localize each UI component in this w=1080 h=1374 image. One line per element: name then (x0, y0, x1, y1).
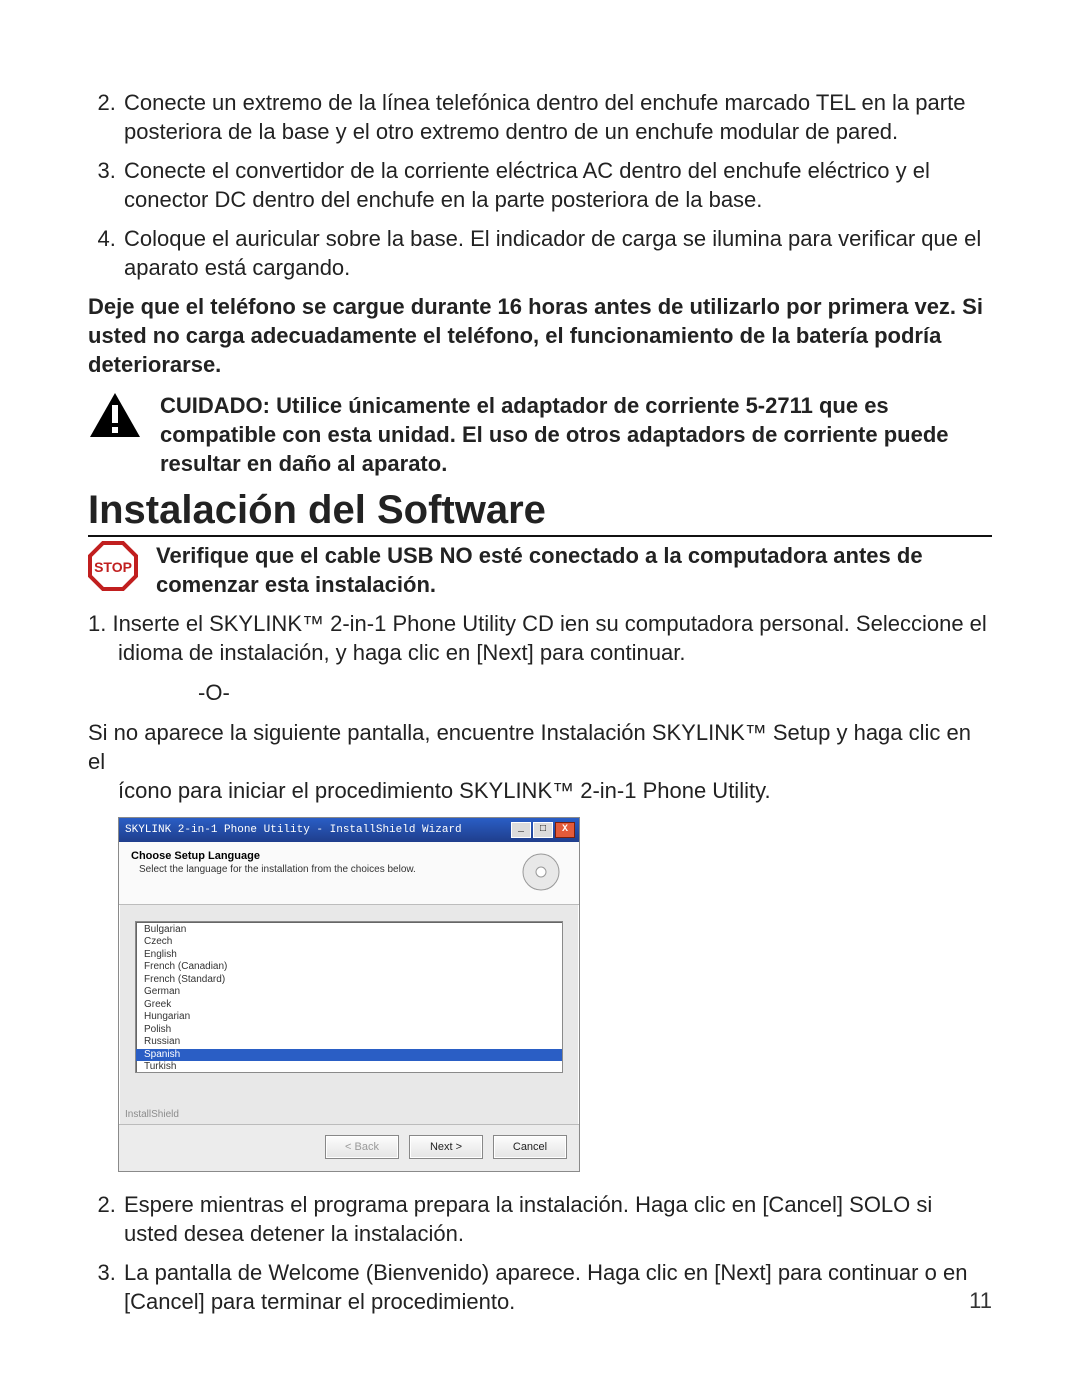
or-line: -O- (88, 680, 992, 706)
step1: 1. Inserte el SKYLINK™ 2-in-1 Phone Util… (88, 609, 992, 667)
language-list[interactable]: Bulgarian Czech English French (Canadian… (135, 921, 563, 1073)
step-2: Conecte un extremo de la línea telefónic… (122, 88, 992, 146)
lang-item-selected[interactable]: Spanish (136, 1049, 562, 1062)
caution-text: CUIDADO: Utilice únicamente el adaptador… (160, 391, 992, 478)
lang-item[interactable]: French (Canadian) (136, 961, 562, 974)
dialog-header-title: Choose Setup Language (131, 850, 515, 862)
page-number: 11 (969, 1288, 992, 1314)
stop-sign-icon: STOP (88, 541, 138, 591)
steps-upper: Conecte un extremo de la línea telefónic… (88, 88, 992, 282)
step1-line1: 1. Inserte el SKYLINK™ 2-in-1 Phone Util… (88, 611, 987, 636)
cancel-button-label: Cancel (513, 1141, 547, 1153)
alt-line1: Si no aparece la siguiente pantalla, enc… (88, 720, 971, 774)
alt-line2: ícono para iniciar el procedimiento SKYL… (88, 776, 771, 805)
lang-item[interactable]: Greek (136, 999, 562, 1012)
dialog-titlebar: SKYLINK 2-in-1 Phone Utility - InstallSh… (119, 818, 579, 842)
stop-text: Verifique que el cable USB NO esté conec… (156, 541, 992, 599)
step-4: Coloque el auricular sobre la base. El i… (122, 224, 992, 282)
charge-note: Deje que el teléfono se cargue durante 1… (88, 292, 992, 379)
close-button[interactable]: X (555, 822, 575, 838)
step-3: Conecte el convertidor de la corriente e… (122, 156, 992, 214)
lang-item[interactable]: French (Standard) (136, 974, 562, 987)
stop-block: STOP Verifique que el cable USB NO esté … (88, 541, 992, 599)
next-button[interactable]: Next > (409, 1135, 483, 1159)
step-2b: Espere mientras el programa prepara la i… (122, 1190, 992, 1248)
back-button[interactable]: < Back (325, 1135, 399, 1159)
minimize-button[interactable]: _ (511, 822, 531, 838)
back-button-label: < Back (345, 1141, 379, 1153)
dialog-header-sub: Select the language for the installation… (131, 864, 515, 875)
step1-line2: idioma de instalación, y haga clic en [N… (88, 638, 685, 667)
lang-item[interactable]: Bulgarian (136, 924, 562, 937)
next-button-label: Next > (430, 1141, 462, 1153)
lang-item[interactable]: Czech (136, 936, 562, 949)
step-3b: La pantalla de Welcome (Bienvenido) apar… (122, 1258, 992, 1316)
warning-triangle-icon (88, 391, 142, 439)
installshield-dialog: SKYLINK 2-in-1 Phone Utility - InstallSh… (118, 817, 580, 1172)
stop-label: STOP (94, 559, 132, 575)
cd-icon (515, 850, 567, 894)
lang-item[interactable]: English (136, 949, 562, 962)
lang-item[interactable]: Hungarian (136, 1011, 562, 1024)
section-heading: Instalación del Software (88, 488, 992, 537)
lang-item[interactable]: German (136, 986, 562, 999)
dialog-header: Choose Setup Language Select the languag… (119, 842, 579, 905)
lang-item[interactable]: Russian (136, 1036, 562, 1049)
lang-item[interactable]: Turkish (136, 1061, 562, 1073)
steps-lower: Espere mientras el programa prepara la i… (88, 1190, 992, 1316)
caution-block: CUIDADO: Utilice únicamente el adaptador… (88, 391, 992, 478)
alt-paragraph: Si no aparece la siguiente pantalla, enc… (88, 718, 992, 805)
dialog-button-row: < Back Next > Cancel (119, 1124, 579, 1171)
dialog-title: SKYLINK 2-in-1 Phone Utility - InstallSh… (125, 824, 509, 836)
lang-item[interactable]: Polish (136, 1024, 562, 1037)
installshield-watermark: InstallShield (119, 1109, 579, 1124)
cancel-button[interactable]: Cancel (493, 1135, 567, 1159)
maximize-button[interactable]: □ (533, 822, 553, 838)
